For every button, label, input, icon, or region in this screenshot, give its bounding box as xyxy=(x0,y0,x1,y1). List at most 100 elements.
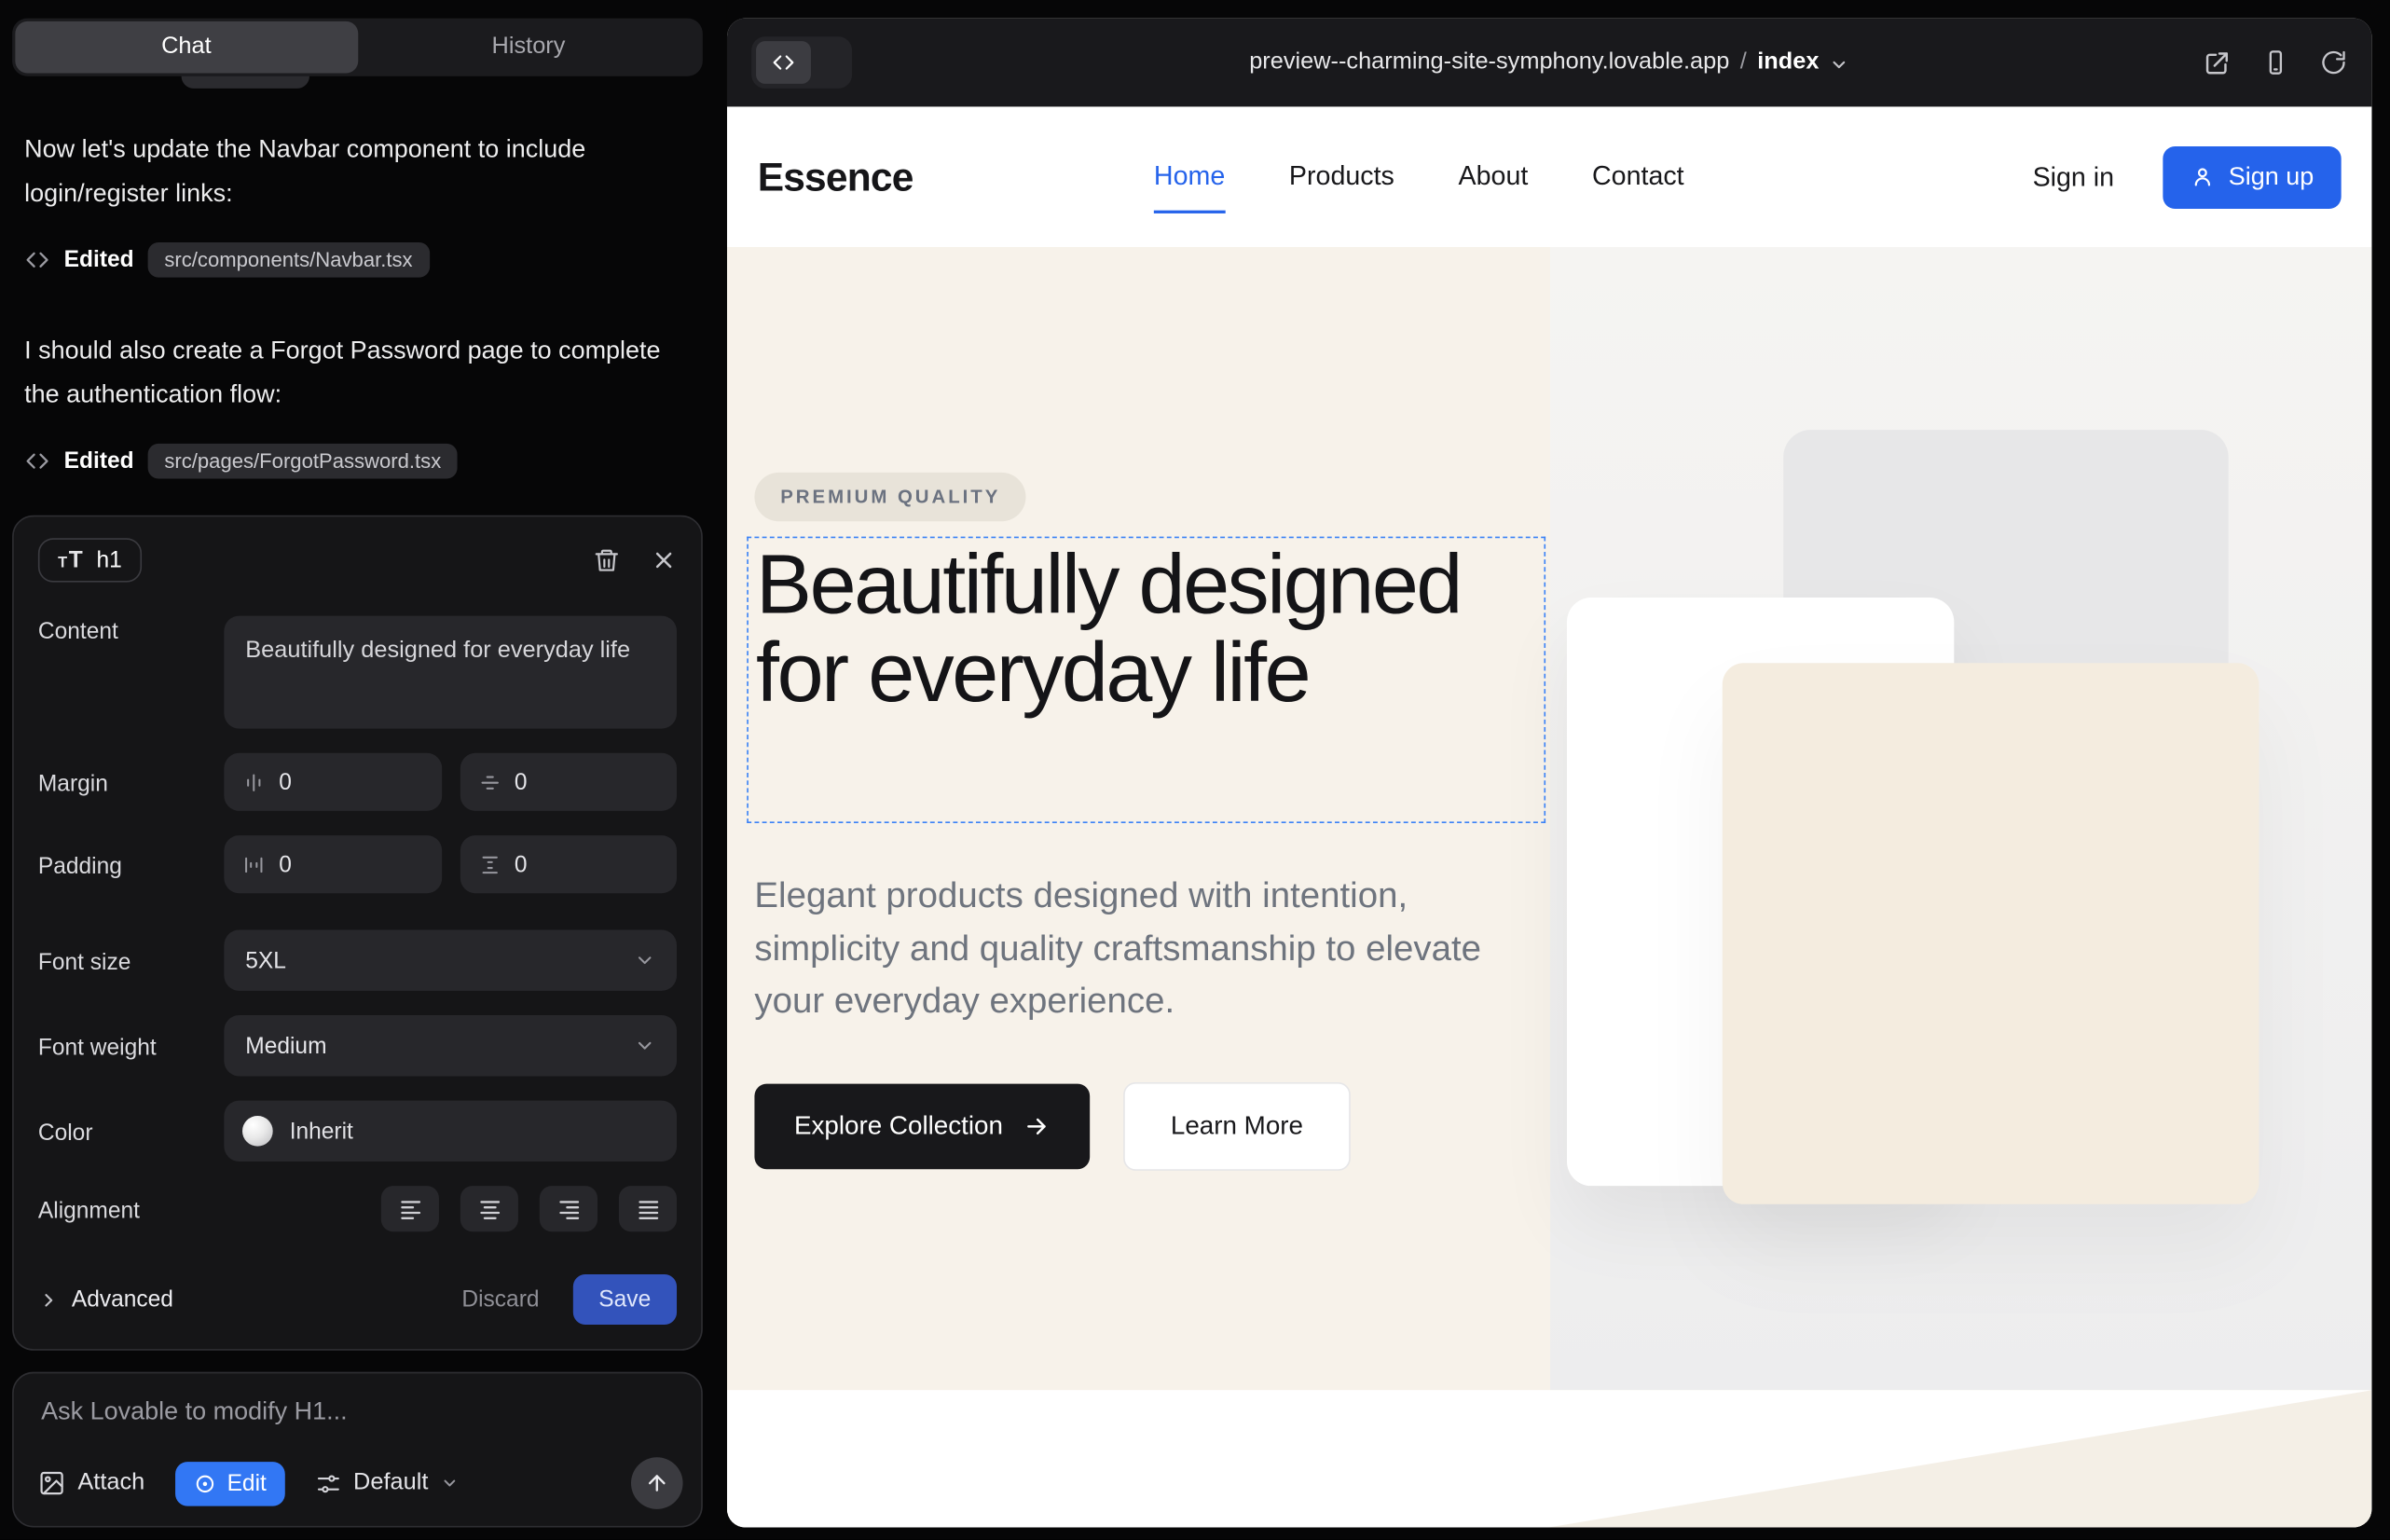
file-chip[interactable]: src/components/Navbar.tsx xyxy=(147,242,429,278)
explore-collection-label: Explore Collection xyxy=(794,1111,1003,1142)
lovable-app: Chat History Now let's update the Navbar… xyxy=(0,0,2390,1540)
nav-link-about[interactable]: About xyxy=(1459,159,1529,195)
padding-y-input[interactable]: 0 xyxy=(460,835,677,893)
content-label: Content xyxy=(38,616,224,645)
font-weight-label: Font weight xyxy=(38,1031,224,1060)
advanced-toggle[interactable]: Advanced xyxy=(38,1286,173,1313)
editor-footer: Advanced Discard Save xyxy=(38,1274,677,1325)
font-weight-select[interactable]: Medium xyxy=(224,1015,677,1076)
chat-composer: Ask Lovable to modify H1... Attach Edit … xyxy=(12,1372,703,1528)
composer-toolbar: Attach Edit Default xyxy=(38,1457,683,1509)
padding-row: Padding 0 0 xyxy=(38,835,677,893)
preview-topbar: preview--charming-site-symphony.lovable.… xyxy=(727,19,2371,107)
selected-element-outline[interactable]: Beautifully designed for everyday life xyxy=(747,537,1545,823)
element-tag-pill[interactable]: TT h1 xyxy=(38,538,142,582)
close-panel-icon[interactable] xyxy=(651,547,677,573)
font-size-row: Font size 5XL xyxy=(38,929,677,990)
sliders-icon xyxy=(315,1470,341,1496)
font-size-value: 5XL xyxy=(245,947,286,973)
hero-section: PREMIUM QUALITY Beautifully designed for… xyxy=(727,247,2371,1390)
attach-button[interactable]: Attach xyxy=(38,1469,144,1496)
default-label: Default xyxy=(353,1469,428,1496)
font-weight-row: Font weight Medium xyxy=(38,1015,677,1076)
color-picker[interactable]: Inherit xyxy=(224,1101,677,1162)
alignment-label: Alignment xyxy=(38,1194,224,1223)
margin-x-value: 0 xyxy=(279,769,292,795)
site-nav-right: Sign in Sign up xyxy=(2033,145,2342,208)
code-icon xyxy=(24,448,50,474)
site-nav-links: Home Products About Contact xyxy=(1154,159,1684,195)
margin-vertical-icon xyxy=(478,771,501,794)
padding-x-value: 0 xyxy=(279,851,292,877)
content-input[interactable]: Beautifully designed for everyday life xyxy=(224,616,677,729)
preview-url[interactable]: preview--charming-site-symphony.lovable.… xyxy=(1249,48,1729,76)
open-external-icon[interactable] xyxy=(2203,48,2232,77)
margin-horizontal-icon xyxy=(242,771,266,794)
advanced-label: Advanced xyxy=(72,1286,173,1313)
hero-badge: PREMIUM QUALITY xyxy=(754,473,1026,521)
font-size-label: Font size xyxy=(38,946,224,975)
delete-element-icon[interactable] xyxy=(593,546,620,573)
explore-collection-button[interactable]: Explore Collection xyxy=(754,1084,1090,1170)
font-size-select[interactable]: 5XL xyxy=(224,929,677,990)
send-button[interactable] xyxy=(631,1457,683,1509)
nav-link-products[interactable]: Products xyxy=(1289,159,1394,195)
discard-button[interactable]: Discard xyxy=(461,1286,539,1313)
align-center-button[interactable] xyxy=(460,1186,518,1231)
tab-chat-label: Chat xyxy=(161,34,212,61)
composer-input[interactable]: Ask Lovable to modify H1... xyxy=(41,1397,674,1426)
preview-window: preview--charming-site-symphony.lovable.… xyxy=(727,19,2371,1528)
align-justify-button[interactable] xyxy=(619,1186,677,1231)
chevron-right-icon xyxy=(38,1289,60,1311)
edit-mode-button[interactable]: Edit xyxy=(175,1461,285,1505)
hero-shape-beige xyxy=(1723,663,2260,1203)
edited-file-row: Edited src/components/Navbar.tsx xyxy=(24,242,703,278)
color-swatch-icon xyxy=(242,1116,273,1147)
site-brand[interactable]: Essence xyxy=(758,153,913,200)
tab-history-label: History xyxy=(492,34,566,61)
align-right-button[interactable] xyxy=(540,1186,598,1231)
chevron-down-icon xyxy=(440,1474,459,1492)
sidebar-tabbar: Chat History xyxy=(12,19,703,76)
edited-label: Edited xyxy=(64,448,134,474)
model-default-selector[interactable]: Default xyxy=(315,1469,459,1496)
tab-chat[interactable]: Chat xyxy=(15,21,357,74)
padding-y-value: 0 xyxy=(515,851,528,877)
margin-label: Margin xyxy=(38,767,224,796)
chevron-down-icon xyxy=(1830,54,1849,74)
typography-icon: TT xyxy=(58,549,83,572)
learn-more-button[interactable]: Learn More xyxy=(1123,1082,1351,1171)
margin-y-input[interactable]: 0 xyxy=(460,753,677,811)
sign-up-label: Sign up xyxy=(2229,162,2314,191)
mobile-view-icon[interactable] xyxy=(2262,48,2289,76)
preview-route[interactable]: index xyxy=(1757,48,1819,76)
sign-up-button[interactable]: Sign up xyxy=(2163,145,2341,208)
tab-history[interactable]: History xyxy=(357,21,699,74)
align-left-button[interactable] xyxy=(381,1186,439,1231)
hero-paragraph[interactable]: Elegant products designed with intention… xyxy=(754,869,1504,1026)
padding-label: Padding xyxy=(38,850,224,879)
edit-target-icon xyxy=(194,1472,217,1495)
margin-row: Margin 0 0 xyxy=(38,753,677,811)
padding-x-input[interactable]: 0 xyxy=(224,835,441,893)
alignment-row: Alignment xyxy=(38,1186,677,1231)
code-view-toggle[interactable] xyxy=(751,36,852,89)
margin-y-value: 0 xyxy=(515,769,528,795)
file-chip[interactable]: src/pages/ForgotPassword.tsx xyxy=(147,444,458,479)
element-editor-panel: TT h1 Content Beautifully designed f xyxy=(12,516,703,1351)
nav-link-home[interactable]: Home xyxy=(1154,159,1225,195)
nav-link-contact[interactable]: Contact xyxy=(1592,159,1684,195)
site-canvas: Essence Home Products About Contact Sign… xyxy=(727,106,2371,1527)
refresh-icon[interactable] xyxy=(2320,48,2347,76)
chat-message: Now let's update the Navbar component to… xyxy=(24,128,670,214)
sign-in-link[interactable]: Sign in xyxy=(2033,161,2115,193)
chevron-down-icon xyxy=(634,950,655,971)
chat-sidebar: Chat History Now let's update the Navbar… xyxy=(0,0,727,1540)
hero-heading[interactable]: Beautifully designed for everyday life xyxy=(749,538,1545,716)
padding-horizontal-icon xyxy=(242,853,266,876)
margin-x-input[interactable]: 0 xyxy=(224,753,441,811)
editor-fields: Content Beautifully designed for everyda… xyxy=(38,616,677,1232)
image-icon xyxy=(38,1469,65,1496)
save-button[interactable]: Save xyxy=(573,1274,678,1325)
code-icon xyxy=(24,247,50,273)
